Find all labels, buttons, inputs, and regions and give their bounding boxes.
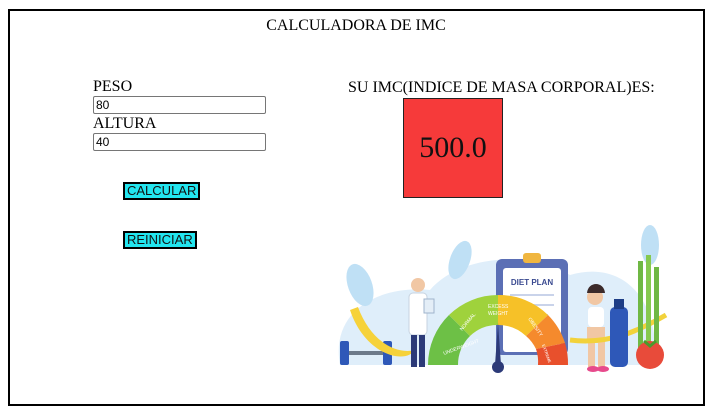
result-box: 500.0 xyxy=(403,98,503,198)
result-label: SU IMC(INDICE DE MASA CORPORAL)ES: xyxy=(348,79,655,96)
weight-label: PESO xyxy=(93,78,133,95)
page-title: CALCULADORA DE IMC xyxy=(266,17,446,34)
svg-text:WEIGHT: WEIGHT xyxy=(488,311,508,317)
diet-illustration: DIET PLAN UNDERWEIGHT NORMAL EXCESS WEIG… xyxy=(338,225,668,373)
height-input[interactable] xyxy=(93,133,266,151)
diet-plan-title: DIET PLAN xyxy=(511,278,553,287)
reset-button[interactable]: REINICIAR xyxy=(123,231,197,249)
calculate-button[interactable]: CALCULAR xyxy=(123,182,201,200)
svg-text:EXCESS: EXCESS xyxy=(488,304,509,310)
water-bottle-icon xyxy=(610,307,628,367)
result-value: 500.0 xyxy=(419,131,487,164)
height-label: ALTURA xyxy=(93,115,157,132)
weight-input[interactable] xyxy=(93,96,266,114)
